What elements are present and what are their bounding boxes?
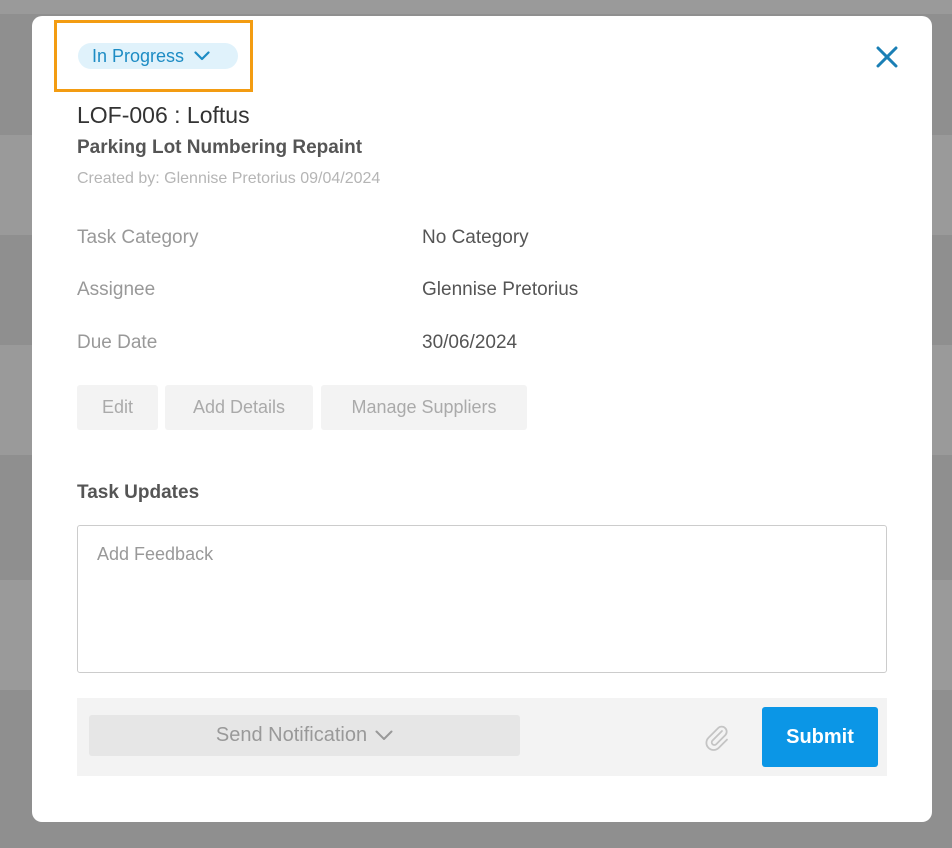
- status-label: In Progress: [92, 45, 185, 66]
- backdrop-stripe: [0, 0, 952, 14]
- attach-file-button[interactable]: [701, 722, 733, 754]
- assignee-label: Assignee: [77, 279, 156, 300]
- close-button[interactable]: [874, 44, 900, 70]
- task-updates-heading: Task Updates: [77, 482, 200, 503]
- submit-button[interactable]: Submit: [762, 707, 878, 767]
- edit-button[interactable]: Edit: [77, 385, 158, 430]
- add-details-button[interactable]: Add Details: [165, 385, 313, 430]
- task-detail-modal: In Progress LOF-006 : Loftus Parking Lot…: [32, 16, 932, 822]
- status-dropdown[interactable]: In Progress: [78, 43, 238, 69]
- task-id-heading: LOF-006 : Loftus: [77, 102, 250, 128]
- task-category-value: No Category: [422, 227, 529, 248]
- created-by-text: Created by: Glennise Pretorius 09/04/202…: [77, 170, 381, 187]
- close-icon: [876, 46, 898, 68]
- send-notification-dropdown[interactable]: Send Notification: [89, 715, 520, 756]
- chevron-down-icon: [194, 51, 210, 61]
- task-category-label: Task Category: [77, 227, 199, 248]
- assignee-value: Glennise Pretorius: [422, 279, 579, 300]
- due-date-label: Due Date: [77, 332, 158, 353]
- feedback-input[interactable]: [77, 525, 887, 673]
- due-date-value: 30/06/2024: [422, 332, 518, 353]
- update-footer-bar: Send Notification Submit: [77, 698, 887, 776]
- chevron-down-icon: [375, 730, 393, 740]
- paperclip-icon: [705, 725, 728, 751]
- send-notification-label: Send Notification: [215, 724, 368, 746]
- manage-suppliers-button[interactable]: Manage Suppliers: [321, 385, 527, 430]
- task-title: Parking Lot Numbering Repaint: [77, 137, 363, 158]
